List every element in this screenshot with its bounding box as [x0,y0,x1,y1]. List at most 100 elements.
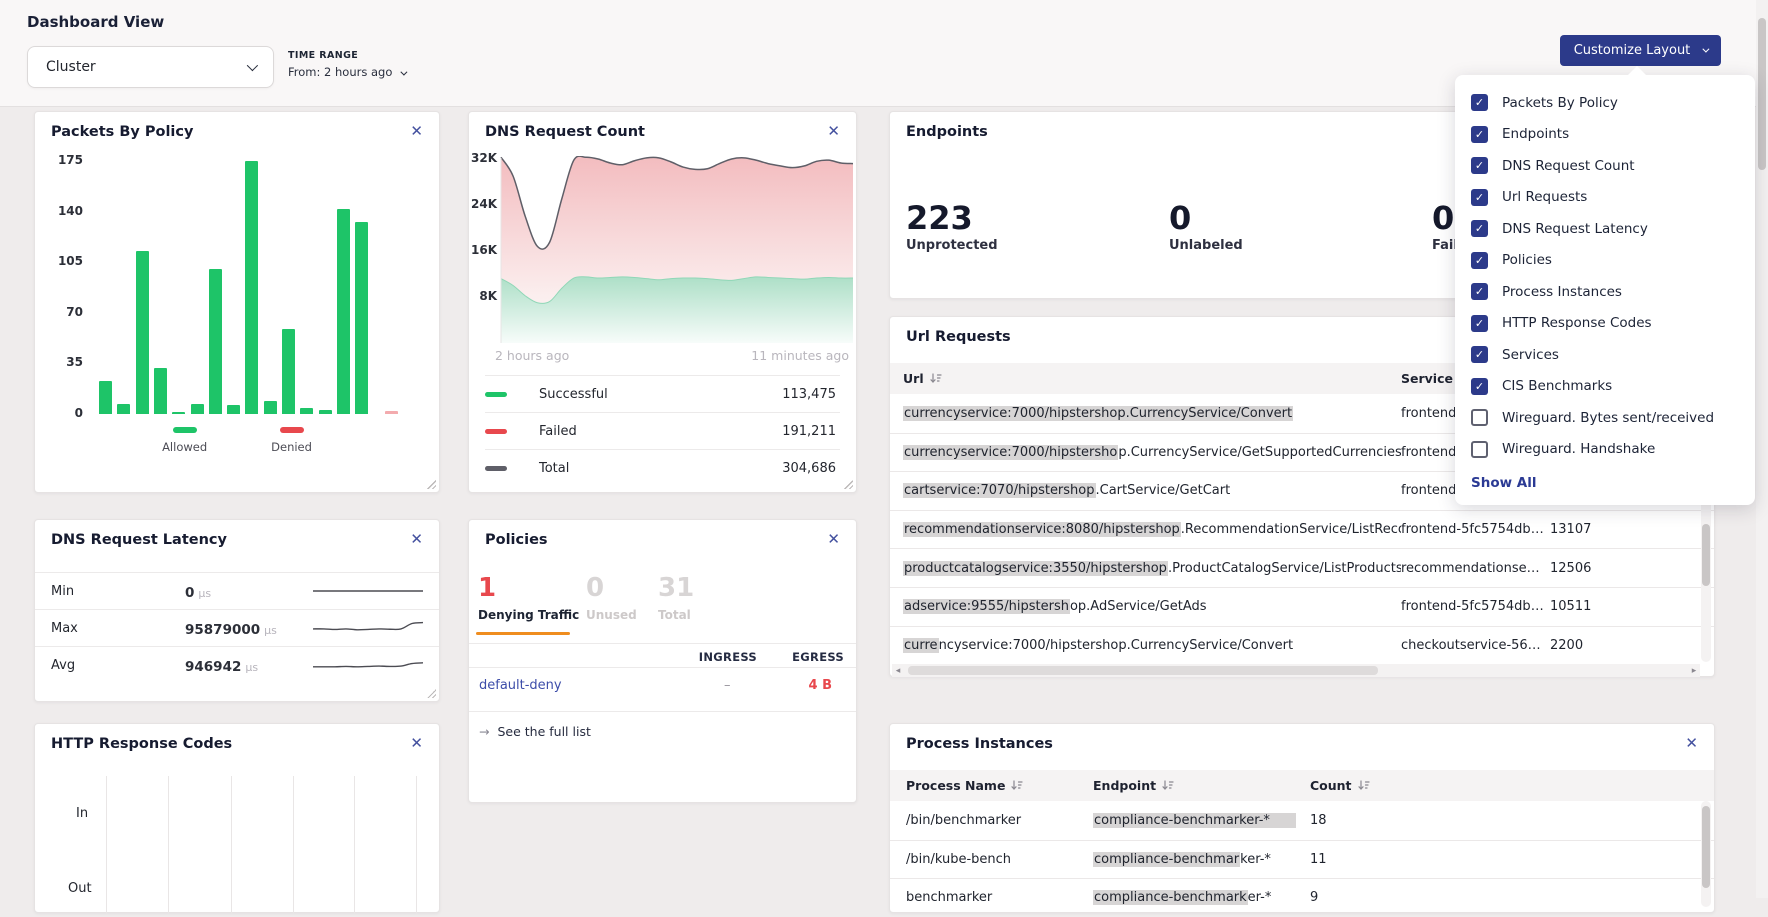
y-tick-label: 70 [43,305,83,319]
policy-tab-unused[interactable]: 0Unused [586,575,637,622]
policy-tab-denying-traffic[interactable]: 1Denying Traffic [478,575,579,622]
grid-line [354,776,355,914]
y-tick-label: 105 [43,254,83,268]
column-header-url[interactable]: Url [890,371,1401,387]
service-cell: recommendationse… [1401,561,1550,576]
checkbox-checked-icon[interactable]: ✓ [1471,346,1488,363]
checkbox-unchecked-icon[interactable] [1471,409,1488,426]
url-text: op.AdService/GetAds [1070,599,1207,614]
resize-grip[interactable] [843,479,853,489]
vertical-scrollbar[interactable] [1701,801,1711,907]
menu-item-label: Wireguard. Bytes sent/received [1502,410,1714,426]
show-all-link[interactable]: Show All [1455,465,1755,491]
view-select[interactable]: Cluster [27,46,274,88]
menu-item-label: HTTP Response Codes [1502,315,1652,331]
tab-label: Total [658,608,694,622]
menu-item-label: Wireguard. Handshake [1502,441,1655,457]
menu-item-policies[interactable]: ✓Policies [1455,245,1755,277]
row-label-out: Out [68,881,92,896]
close-icon[interactable]: ✕ [825,122,842,141]
allowed-bar [117,404,130,414]
column-header-endpoint[interactable]: Endpoint [1093,778,1310,794]
value-number: 95879000 [185,622,260,638]
scroll-left-icon[interactable]: ◂ [892,666,904,676]
highlighted-text: currencyservice:7000/hipstershop.Currenc… [903,406,1293,421]
grid-line [293,776,294,914]
allowed-bar [154,368,167,414]
checkbox-checked-icon[interactable]: ✓ [1471,315,1488,332]
column-header-count[interactable]: Count [1310,778,1714,794]
scrollbar-thumb[interactable] [1702,806,1710,888]
allowed-bar [264,401,277,414]
menu-item-dns-request-count[interactable]: ✓DNS Request Count [1455,150,1755,182]
menu-item-label: Endpoints [1502,126,1569,142]
checkbox-checked-icon[interactable]: ✓ [1471,220,1488,237]
denied-bar [385,411,398,414]
customize-layout-button[interactable]: Customize Layout [1560,35,1721,66]
table-row: /bin/benchmarkercompliance-benchmarker-*… [890,801,1714,840]
url-text: .CartService/GetCart [1096,483,1231,498]
table-header-row: Process Name Endpoint Count [890,770,1714,801]
card-title: Process Instances [906,736,1053,752]
sort-icon [930,372,942,387]
latency-label: Avg [51,658,185,673]
resize-grip[interactable] [426,479,436,489]
service-cell: checkoutservice-56… [1401,638,1550,653]
menu-item-label: CIS Benchmarks [1502,378,1612,394]
bar-chart-plot [99,161,411,414]
menu-item-cis-benchmarks[interactable]: ✓ CIS Benchmarks [1455,371,1755,403]
menu-item-services[interactable]: ✓Services [1455,339,1755,371]
page-title: Dashboard View [27,13,164,31]
allowed-bar [337,209,350,414]
scrollbar-thumb[interactable] [1758,18,1766,170]
checkbox-checked-icon[interactable]: ✓ [1471,94,1488,111]
resize-grip[interactable] [426,688,436,698]
latency-table: Min0µsMax95879000µsAvg946942µs [35,572,439,683]
customize-layout-menu: ✓Packets By Policy✓Endpoints✓DNS Request… [1455,75,1755,505]
policy-link[interactable]: default-deny [479,678,562,693]
menu-item-url-requests[interactable]: ✓Url Requests [1455,182,1755,214]
checkbox-checked-icon[interactable]: ✓ [1471,126,1488,143]
menu-item-process-instances[interactable]: ✓Process Instances [1455,276,1755,308]
latency-value: 0µs [185,582,211,601]
allowed-bar [99,381,112,414]
scrollbar-thumb[interactable] [1702,524,1710,586]
endpoint-stat: 223Unprotected [906,202,1169,253]
x-axis-start-label: 2 hours ago [495,348,569,363]
menu-item-dns-request-latency[interactable]: ✓DNS Request Latency [1455,213,1755,245]
close-icon[interactable]: ✕ [408,530,425,549]
checkbox-checked-icon[interactable]: ✓ [1471,283,1488,300]
url-cell: cartservice:7070/hipstershop.CartService… [890,483,1401,498]
menu-item-wireguard-bytes-sent-received[interactable]: Wireguard. Bytes sent/received [1455,402,1755,434]
see-full-list-link[interactable]: →See the full list [479,724,591,739]
policy-tab-total[interactable]: 31Total [658,575,694,622]
checkbox-checked-icon[interactable]: ✓ [1471,189,1488,206]
menu-item-endpoints[interactable]: ✓ Endpoints [1455,119,1755,151]
legend-swatch [485,392,507,397]
menu-item-http-response-codes[interactable]: ✓ HTTP Response Codes [1455,308,1755,340]
menu-item-packets-by-policy[interactable]: ✓Packets By Policy [1455,87,1755,119]
page-scrollbar[interactable] [1756,0,1768,898]
checkbox-checked-icon[interactable]: ✓ [1471,378,1488,395]
horizontal-scrollbar[interactable]: ◂ ▸ [892,664,1700,677]
latency-value: 95879000µs [185,619,277,638]
close-icon[interactable]: ✕ [1683,734,1700,753]
column-header-process-name[interactable]: Process Name [890,778,1093,794]
allowed-bar [172,412,185,414]
menu-item-wireguard-handshake[interactable]: Wireguard. Handshake [1455,434,1755,466]
allowed-bar [191,404,204,414]
table-row: productcatalogservice:3550/hipstershop.P… [890,548,1714,587]
legend-row: Total304,686 [485,449,840,486]
highlighted-text: compliance-benchmar [1093,852,1240,867]
url-cell: adservice:9555/hipstershop.AdService/Get… [890,599,1401,614]
close-icon[interactable]: ✕ [408,122,425,141]
scroll-right-icon[interactable]: ▸ [1688,666,1700,676]
checkbox-unchecked-icon[interactable] [1471,441,1488,458]
close-icon[interactable]: ✕ [825,530,842,549]
time-range-value[interactable]: From: 2 hours ago [288,65,405,79]
latency-row: Max95879000µs [35,609,439,646]
checkbox-checked-icon[interactable]: ✓ [1471,157,1488,174]
checkbox-checked-icon[interactable]: ✓ [1471,252,1488,269]
close-icon[interactable]: ✕ [408,734,425,753]
scrollbar-thumb[interactable] [908,666,1378,675]
